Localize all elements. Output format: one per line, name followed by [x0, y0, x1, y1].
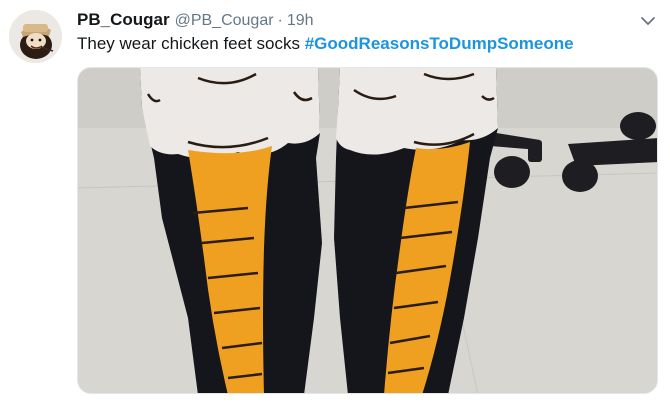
tweet-header: PB_Cougar @PB_Cougar · 19h: [77, 10, 640, 32]
tweet-text: They wear chicken feet socks #GoodReason…: [77, 34, 574, 54]
avatar-image: [9, 10, 62, 63]
hashtag-link[interactable]: #GoodReasonsToDumpSomeone: [305, 34, 574, 53]
chicken-feet-socks-photo: [78, 68, 657, 393]
tweet[interactable]: PB_Cougar @PB_Cougar · 19h They wear chi…: [0, 0, 670, 413]
timestamp[interactable]: 19h: [287, 12, 314, 30]
tweet-body: They wear chicken feet socks: [77, 34, 305, 53]
avatar[interactable]: [9, 10, 62, 63]
tweet-photo[interactable]: [77, 67, 658, 394]
separator-dot: ·: [277, 12, 283, 29]
display-name[interactable]: PB_Cougar: [77, 10, 170, 30]
user-handle[interactable]: @PB_Cougar: [175, 12, 274, 30]
chevron-down-icon[interactable]: [640, 14, 656, 26]
